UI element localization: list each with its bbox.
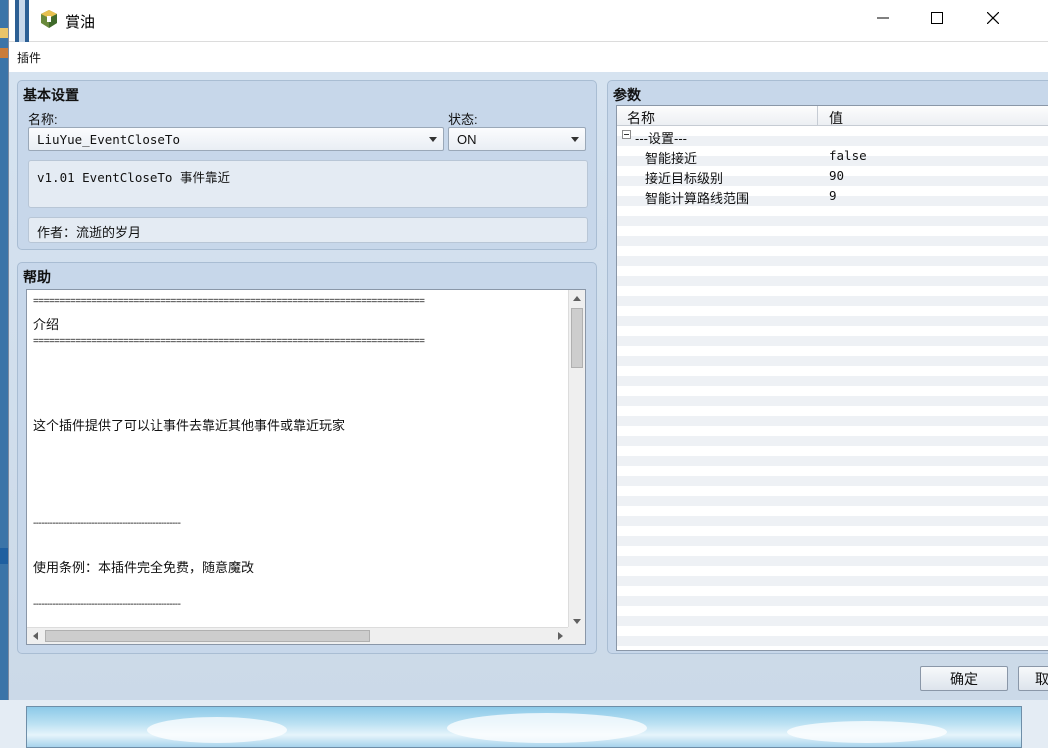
author-box: 作者：流逝的岁月: [28, 217, 588, 243]
params-table[interactable]: 名称 值 ---设置--- 智能接近 false 接近目标级别 90 智能计算路…: [616, 105, 1048, 651]
window-title: 賞油: [65, 14, 96, 31]
column-header-value[interactable]: 值: [829, 108, 843, 128]
arrow-right-icon: [557, 632, 563, 640]
arrow-up-icon: [573, 295, 581, 301]
ok-button[interactable]: 确定: [920, 666, 1008, 691]
column-header-name[interactable]: 名称: [627, 108, 655, 128]
param-name: 接近目标级别: [645, 171, 724, 186]
table-row[interactable]: 智能计算路线范围 9: [617, 186, 1048, 206]
table-header: 名称 值: [617, 106, 1048, 126]
menu-plugin[interactable]: 插件: [17, 49, 41, 66]
param-value[interactable]: false: [829, 148, 867, 163]
param-name: 智能计算路线范围: [645, 191, 750, 206]
help-text-line: ========================================…: [33, 296, 425, 307]
background-window-strip: [15, 0, 29, 42]
scroll-thumb[interactable]: [571, 308, 583, 368]
chevron-down-icon: [571, 137, 579, 142]
minimize-button[interactable]: [855, 0, 911, 36]
title-bar: 賞油: [9, 0, 1048, 42]
table-row[interactable]: 智能接近 false: [617, 146, 1048, 166]
help-text-line: ----------------------------------------…: [33, 518, 181, 530]
dialog-client: 基本设置 名称: LiuYue_EventCloseTo 状态: ON v1.0…: [9, 72, 1048, 700]
maximize-icon: [931, 12, 943, 24]
close-icon: [987, 12, 999, 24]
plugin-dialog: 賞油 插件 基本设置 名称: LiuYue_EventCloseTo 状态: O…: [8, 0, 1048, 700]
status-label: 状态:: [448, 112, 478, 127]
scroll-up-button[interactable]: [569, 290, 585, 306]
plugin-description: v1.01 EventCloseTo 事件靠近: [37, 170, 230, 185]
help-text-line: 使用条例：本插件完全免费，随意魔改: [33, 559, 255, 575]
help-group: 帮助 =====================================…: [17, 262, 597, 654]
chevron-down-icon: [429, 137, 437, 142]
minimize-icon: [877, 17, 889, 19]
scroll-thumb[interactable]: [45, 630, 370, 642]
cancel-button[interactable]: 取: [1018, 666, 1048, 691]
plugin-name-select[interactable]: LiuYue_EventCloseTo: [28, 127, 444, 151]
scrollbar-corner: [568, 627, 585, 644]
group-label: ---设置---: [635, 131, 687, 146]
background-desktop-strip: [0, 0, 8, 748]
app-icon: [41, 10, 57, 28]
description-box: v1.01 EventCloseTo 事件靠近: [28, 160, 588, 208]
collapse-icon[interactable]: [622, 130, 631, 139]
column-separator: [817, 106, 818, 126]
params-group: 参数 名称 值 ---设置--- 智能接近 false 接近目标级别 90 智能…: [607, 80, 1048, 654]
table-row[interactable]: 接近目标级别 90: [617, 166, 1048, 186]
maximize-button[interactable]: [909, 0, 965, 36]
name-label: 名称:: [28, 112, 58, 127]
arrow-down-icon: [573, 618, 581, 624]
scroll-right-button[interactable]: [552, 628, 568, 644]
plugin-author: 作者：流逝的岁月: [37, 225, 142, 240]
table-group-row[interactable]: ---设置---: [617, 126, 1048, 146]
arrow-left-icon: [32, 632, 38, 640]
status-value: ON: [457, 131, 477, 147]
param-name: 智能接近: [645, 151, 698, 166]
help-text-line: 这个插件提供了可以让事件去靠近其他事件或靠近玩家: [33, 418, 346, 434]
menu-bar: 插件: [9, 42, 1048, 72]
help-text-line: 介绍: [33, 317, 60, 333]
param-value[interactable]: 9: [829, 188, 837, 203]
background-map-preview: [26, 706, 1022, 748]
help-vertical-scrollbar[interactable]: [568, 290, 585, 629]
status-select[interactable]: ON: [448, 127, 586, 151]
basic-settings-group: 基本设置 名称: LiuYue_EventCloseTo 状态: ON v1.0…: [17, 80, 597, 250]
basic-settings-title: 基本设置: [23, 87, 79, 103]
scroll-left-button[interactable]: [27, 628, 43, 644]
help-text-line: ----------------------------------------…: [33, 599, 181, 610]
help-horizontal-scrollbar[interactable]: [27, 627, 568, 644]
param-value[interactable]: 90: [829, 168, 844, 183]
plugin-name-value: LiuYue_EventCloseTo: [37, 131, 180, 147]
params-title: 参数: [613, 87, 641, 103]
help-text-line: ========================================…: [33, 336, 425, 348]
help-text-area[interactable]: ========================================…: [26, 289, 586, 645]
help-title: 帮助: [23, 269, 51, 285]
close-button[interactable]: [965, 0, 1021, 36]
